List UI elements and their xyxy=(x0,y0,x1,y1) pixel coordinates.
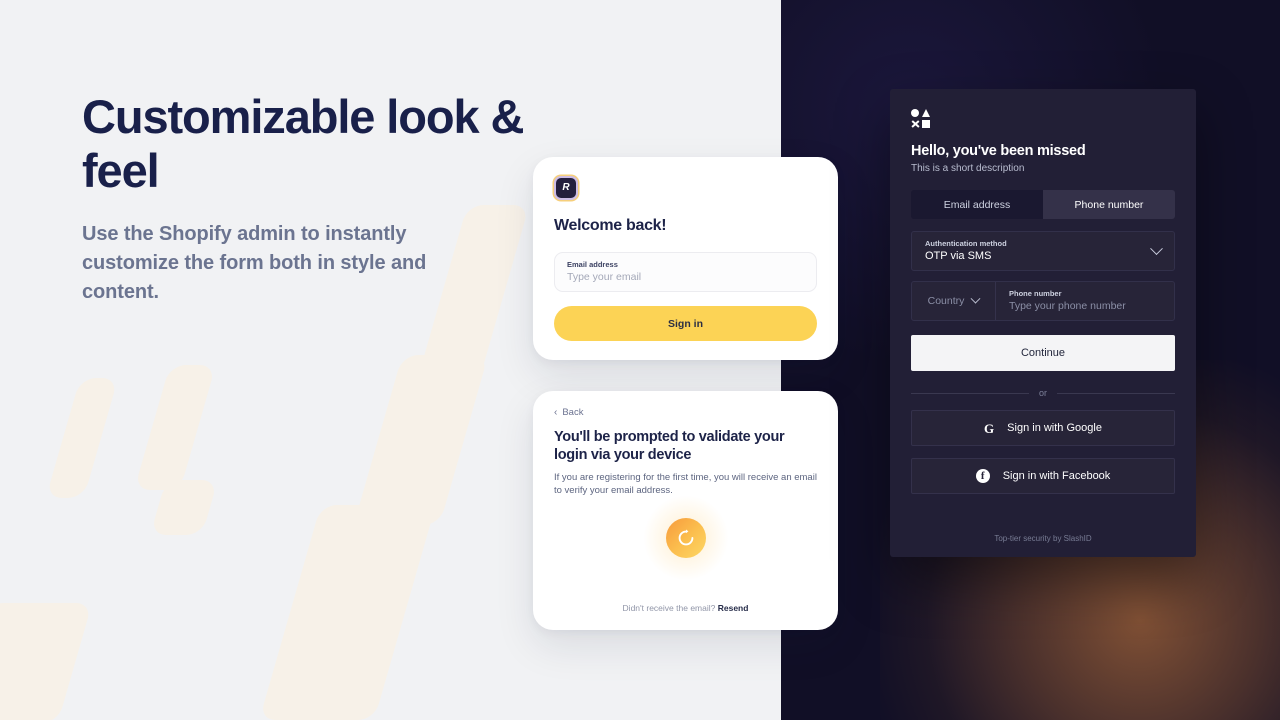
loading-spinner-area xyxy=(533,495,838,581)
decorative-shape xyxy=(45,378,119,498)
auth-method-tabs: Email address Phone number xyxy=(911,190,1175,219)
screenshot-root: Customizable look & feel Use the Shopify… xyxy=(0,0,1280,720)
back-button[interactable]: ‹ Back xyxy=(554,407,583,418)
logo-triangle-shape xyxy=(922,108,930,117)
decorative-shape xyxy=(353,355,489,525)
brand-logo-icon: R xyxy=(554,176,578,200)
phone-number-label: Phone number xyxy=(1009,289,1062,298)
validate-card: ‹ Back You'll be prompted to validate yo… xyxy=(533,391,838,630)
email-field[interactable]: Email address Type your email xyxy=(554,252,817,292)
hero-text-block: Customizable look & feel Use the Shopify… xyxy=(82,90,552,307)
logo-square-shape xyxy=(922,119,930,128)
logo-x-shape xyxy=(911,120,920,128)
auth-card-title: Hello, you've been missed xyxy=(911,143,1086,159)
validate-card-description: If you are registering for the first tim… xyxy=(554,472,817,496)
country-select-placeholder: Country xyxy=(927,295,965,307)
continue-button[interactable]: Continue xyxy=(911,335,1175,371)
logo-circle-shape xyxy=(911,108,919,117)
chevron-down-icon xyxy=(1150,241,1163,255)
chevron-down-icon xyxy=(970,293,981,304)
auth-method-value: OTP via SMS xyxy=(925,250,992,262)
tab-email-address[interactable]: Email address xyxy=(911,190,1043,219)
google-icon: G xyxy=(984,420,995,436)
back-button-label: Back xyxy=(562,407,584,418)
tab-phone-number[interactable]: Phone number xyxy=(1043,190,1175,219)
auth-method-label: Authentication method xyxy=(925,239,1007,248)
country-select[interactable]: Country xyxy=(912,282,996,320)
page-description: Use the Shopify admin to instantly custo… xyxy=(82,223,427,303)
resend-row: Didn't receive the email? Resend xyxy=(533,603,838,613)
decorative-shape xyxy=(259,505,436,720)
resend-prompt: Didn't receive the email? xyxy=(622,603,716,613)
sign-in-button[interactable]: Sign in xyxy=(554,306,817,341)
auth-card-footer: Top-tier security by SlashID xyxy=(994,534,1092,543)
validate-card-heading: You'll be prompted to validate your logi… xyxy=(554,429,785,463)
phone-input-row: Country Phone number Type your phone num… xyxy=(911,281,1175,321)
phone-number-placeholder: Type your phone number xyxy=(1009,300,1126,312)
decorative-shape xyxy=(0,603,93,720)
decorative-shape xyxy=(134,365,216,490)
auth-card-subtitle: This is a short description xyxy=(911,163,1025,174)
or-divider-label: or xyxy=(1039,388,1048,398)
auth-card: Hello, you've been missed This is a shor… xyxy=(890,89,1196,557)
welcome-card: R Welcome back! Email address Type your … xyxy=(533,157,838,360)
authentication-method-select[interactable]: Authentication method OTP via SMS xyxy=(911,231,1175,271)
google-button-label: Sign in with Google xyxy=(1007,422,1102,434)
loading-spinner-icon xyxy=(665,518,706,558)
email-field-placeholder: Type your email xyxy=(567,271,642,283)
slashid-logo-icon xyxy=(911,108,933,128)
welcome-card-title: Welcome back! xyxy=(554,217,667,234)
email-field-label: Email address xyxy=(567,260,618,269)
facebook-button-label: Sign in with Facebook xyxy=(1002,470,1111,482)
resend-link[interactable]: Resend xyxy=(718,603,749,613)
or-divider: or xyxy=(911,388,1175,398)
chevron-left-icon: ‹ xyxy=(554,406,558,418)
sign-in-with-facebook-button[interactable]: f Sign in with Facebook xyxy=(911,458,1175,494)
sign-in-with-google-button[interactable]: G Sign in with Google xyxy=(911,410,1175,446)
brand-logo-letter: R xyxy=(562,182,570,193)
phone-number-input[interactable]: Phone number Type your phone number xyxy=(996,282,1174,320)
facebook-icon: f xyxy=(975,469,990,483)
page-title: Customizable look & feel xyxy=(82,90,524,197)
